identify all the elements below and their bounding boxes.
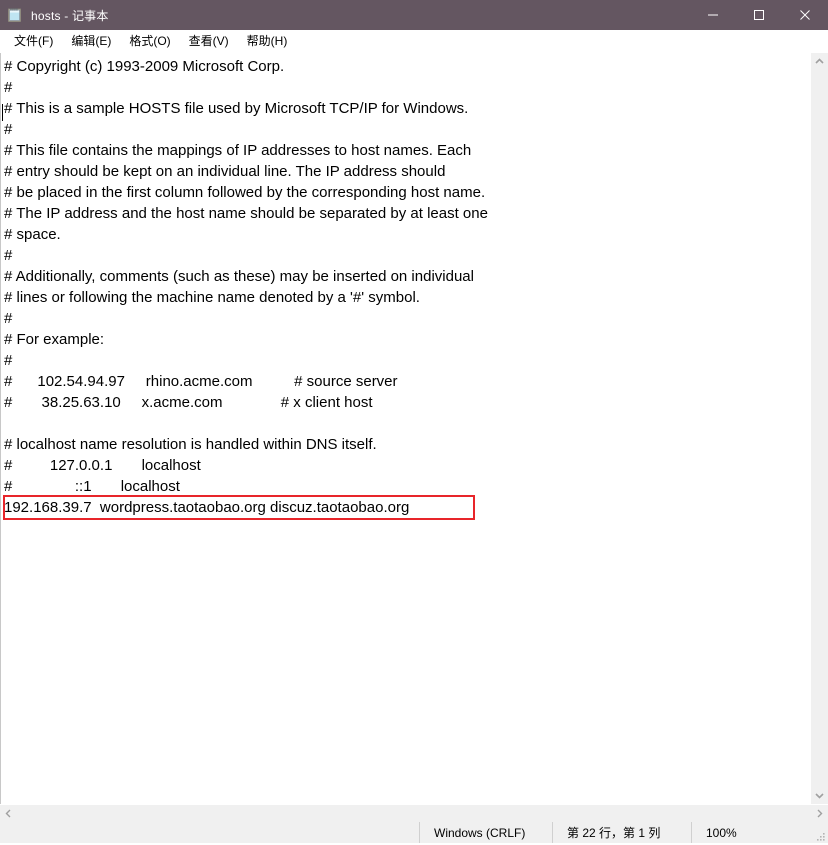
menu-file[interactable]: 文件(F) — [5, 30, 62, 52]
title-bar[interactable]: hosts - 记事本 — [0, 0, 828, 30]
close-button[interactable] — [782, 0, 828, 30]
notepad-icon — [7, 7, 23, 23]
text-line: # 38.25.63.10 x.acme.com # x client host — [4, 394, 373, 411]
text-line: # The IP address and the host name shoul… — [4, 205, 488, 222]
text-line: # ::1 localhost — [4, 478, 180, 495]
status-cursor-position: 第 22 行，第 1 列 — [552, 822, 691, 843]
menu-bar: 文件(F) 编辑(E) 格式(O) 查看(V) 帮助(H) — [0, 30, 828, 52]
text-line: # localhost name resolution is handled w… — [4, 436, 377, 453]
horizontal-scroll-track[interactable] — [17, 805, 811, 822]
text-line: # This is a sample HOSTS file used by Mi… — [4, 100, 469, 117]
text-line: # 127.0.0.1 localhost — [4, 457, 201, 474]
window-controls — [690, 0, 828, 30]
minimize-button[interactable] — [690, 0, 736, 30]
text-line: # — [4, 121, 13, 138]
text-line: # — [4, 79, 13, 96]
text-line: # For example: — [4, 331, 105, 348]
text-line: # — [4, 247, 13, 264]
window-title: hosts - 记事本 — [31, 8, 109, 23]
menu-view[interactable]: 查看(V) — [180, 30, 238, 52]
scroll-left-icon[interactable] — [0, 805, 17, 822]
menu-format[interactable]: 格式(O) — [120, 30, 179, 52]
text-line: 192.168.39.7 wordpress.taotaobao.org dis… — [4, 499, 410, 516]
text-line: # Additionally, comments (such as these)… — [4, 268, 474, 285]
status-encoding: Windows (CRLF) — [419, 822, 552, 843]
status-spacer — [0, 822, 419, 843]
resize-grip-icon[interactable] — [816, 831, 826, 841]
text-line: # — [4, 352, 13, 369]
horizontal-scrollbar[interactable] — [0, 804, 828, 822]
menu-edit[interactable]: 编辑(E) — [62, 30, 120, 52]
text-line: # — [4, 310, 13, 327]
menu-help[interactable]: 帮助(H) — [238, 30, 297, 52]
text-content[interactable]: # Copyright (c) 1993-2009 Microsoft Corp… — [1, 56, 810, 518]
editor-region: # Copyright (c) 1993-2009 Microsoft Corp… — [0, 52, 828, 804]
text-line: # be placed in the first column followed… — [4, 184, 486, 201]
text-line: # Copyright (c) 1993-2009 Microsoft Corp… — [4, 58, 285, 75]
text-line — [1, 413, 810, 434]
text-caret — [2, 104, 3, 121]
vertical-scrollbar[interactable] — [810, 53, 828, 804]
text-line: # space. — [4, 226, 61, 243]
notepad-window: hosts - 记事本 文件(F) 编辑(E) 格式(O) 查看(V) 帮助(H… — [0, 0, 828, 843]
status-zoom-level: 100% — [691, 822, 811, 843]
text-line: # entry should be kept on an individual … — [4, 163, 446, 180]
vertical-scroll-track[interactable] — [811, 70, 828, 787]
text-line: # 102.54.94.97 rhino.acme.com # source s… — [4, 373, 398, 390]
scroll-up-icon[interactable] — [811, 53, 828, 70]
text-line: # This file contains the mappings of IP … — [4, 142, 472, 159]
maximize-button[interactable] — [736, 0, 782, 30]
scroll-down-icon[interactable] — [811, 787, 828, 804]
text-line: # lines or following the machine name de… — [4, 289, 420, 306]
text-editor[interactable]: # Copyright (c) 1993-2009 Microsoft Corp… — [0, 53, 810, 804]
scroll-right-icon[interactable] — [811, 805, 828, 822]
status-bar: Windows (CRLF) 第 22 行，第 1 列 100% — [0, 822, 828, 843]
